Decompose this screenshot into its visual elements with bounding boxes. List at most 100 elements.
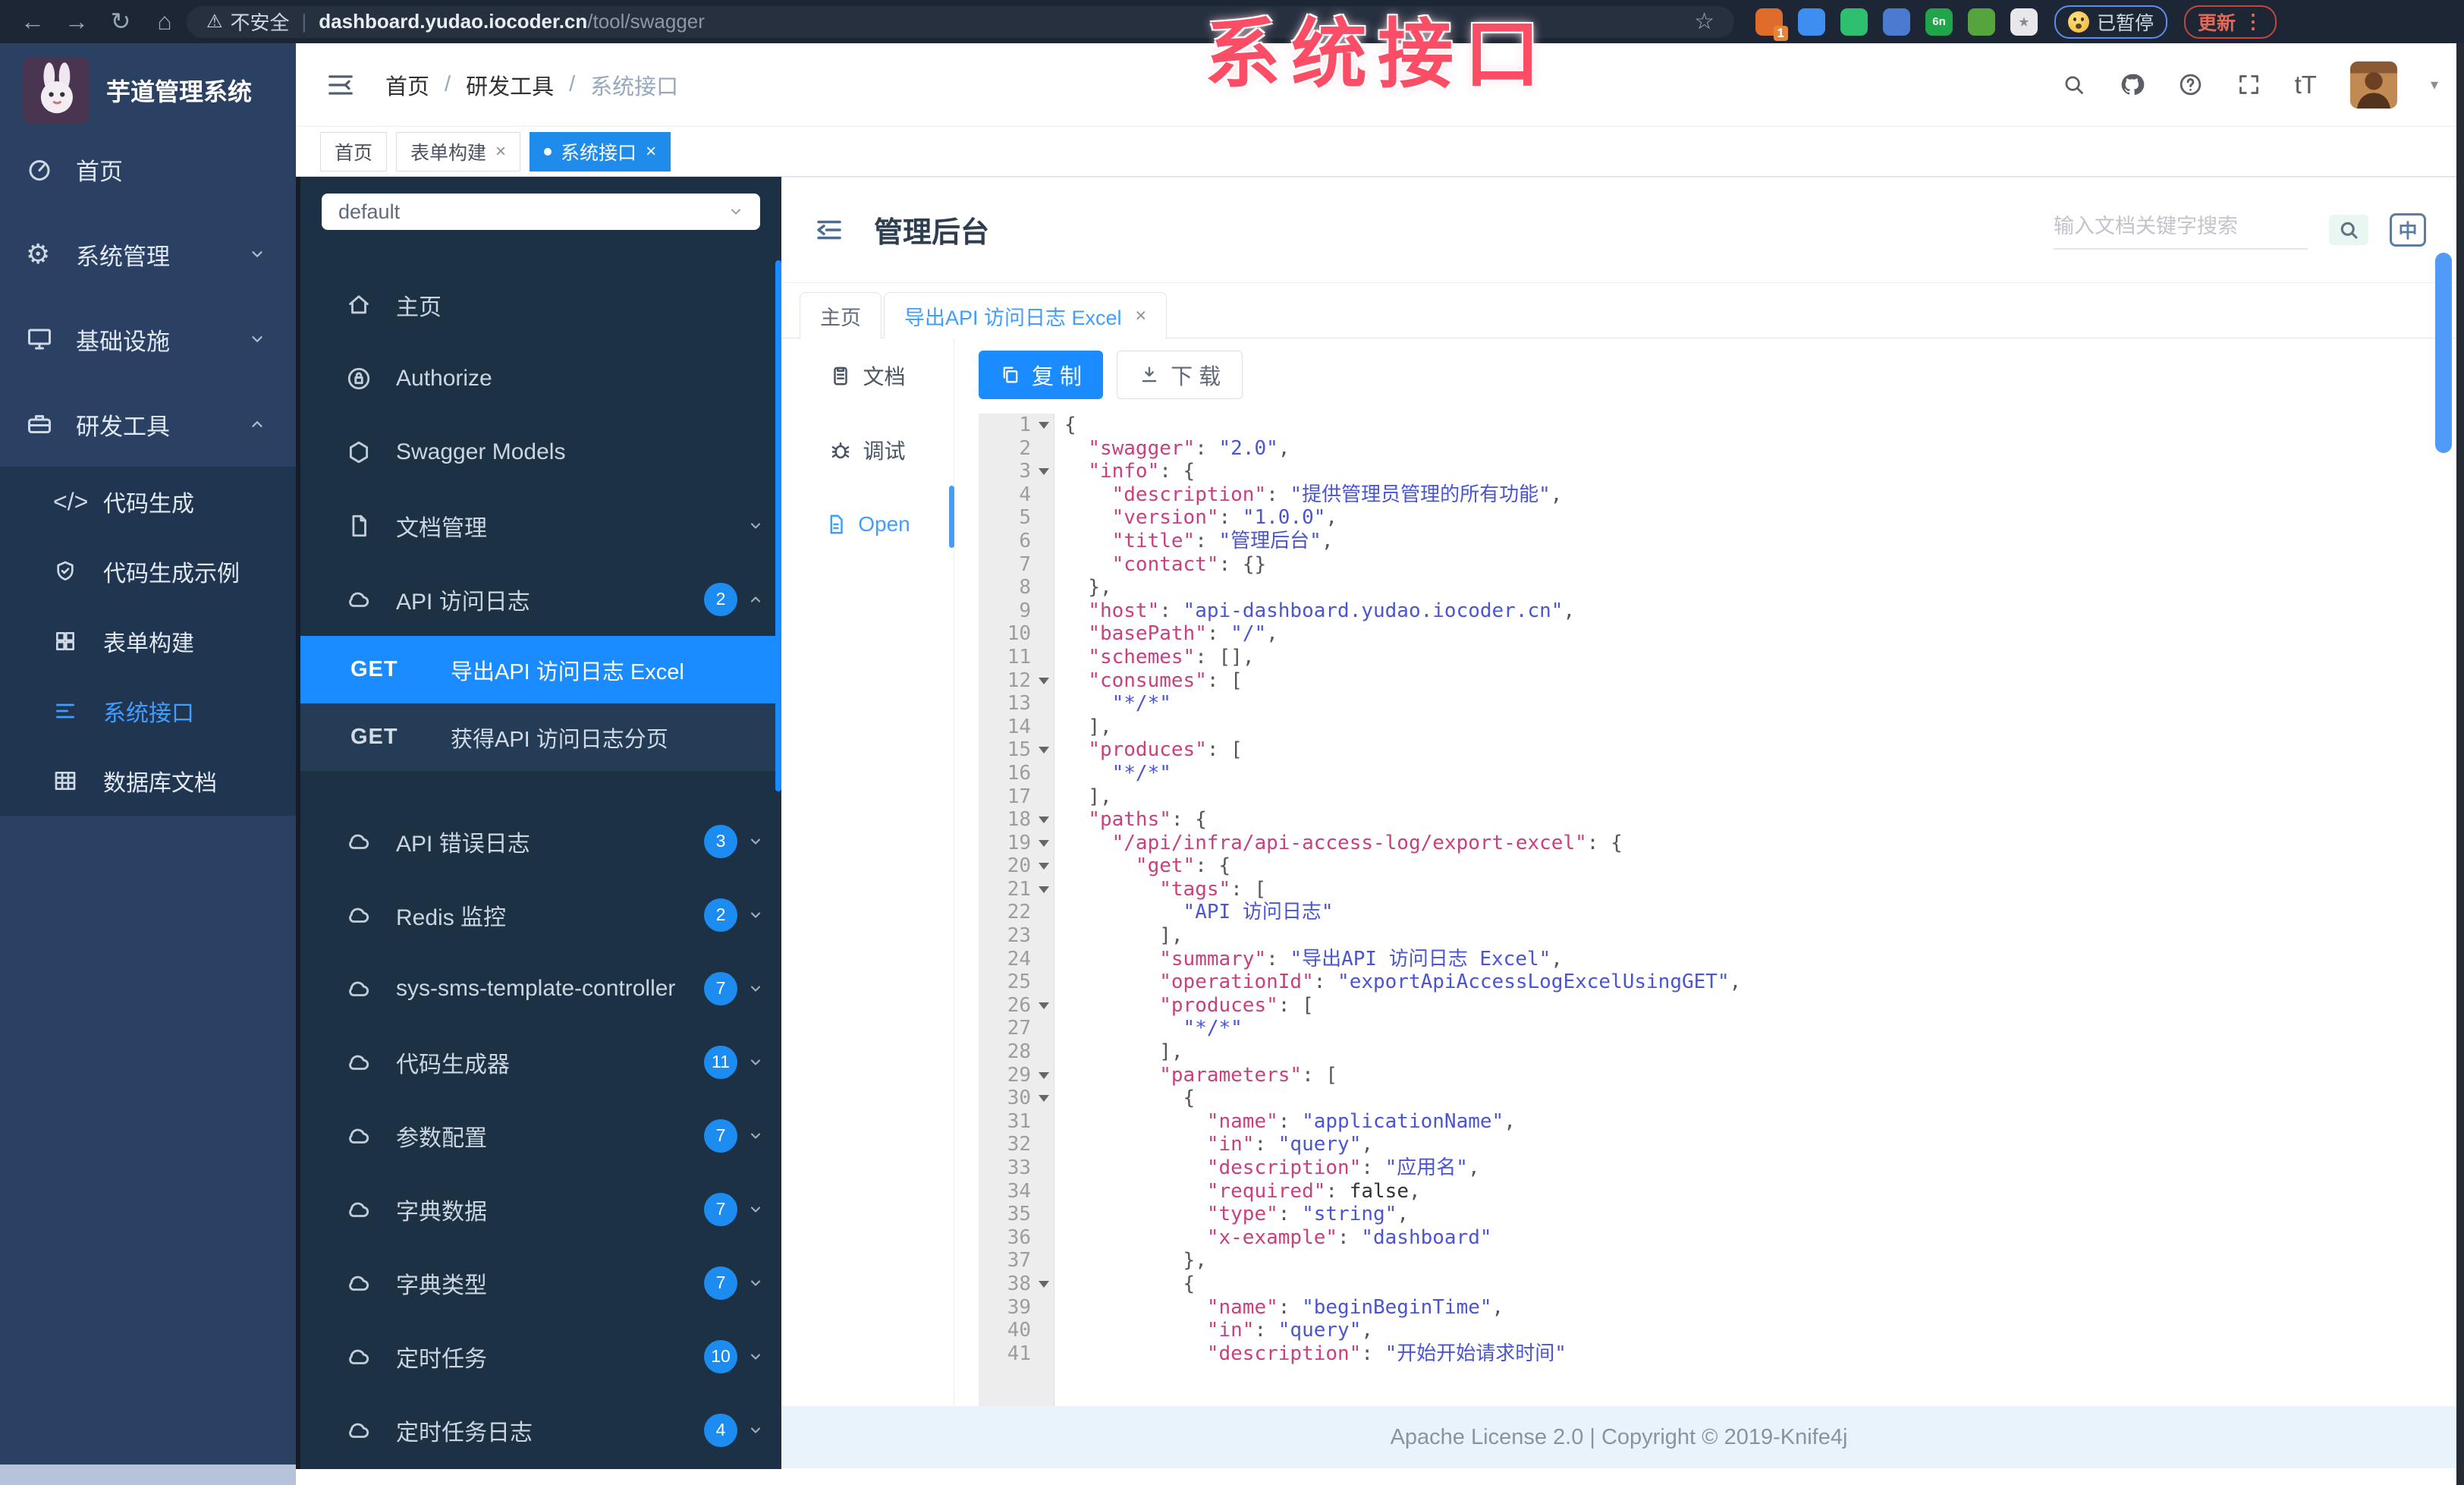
code-line: "produces": [: [1088, 738, 1243, 762]
sidebar-item-基础设施[interactable]: 基础设施: [0, 297, 296, 382]
gutter-line: 17: [1007, 785, 1031, 808]
fontsize-icon[interactable]: tT: [2295, 71, 2317, 99]
chevron-up-icon: [748, 592, 763, 607]
chevron-down-icon: [748, 834, 763, 849]
download-button[interactable]: 下 载: [1117, 351, 1243, 399]
reload-icon[interactable]: ↻: [99, 0, 143, 43]
sidebar-item-label: 数据库文档: [103, 771, 217, 796]
breadcrumb-item-home[interactable]: 首页: [385, 69, 429, 101]
swagger-item-label: Authorize: [396, 365, 492, 391]
swagger-item-定时任务日志[interactable]: 定时任务日志 4: [300, 1393, 781, 1467]
ext-green-leaf[interactable]: [1968, 8, 1995, 36]
search-icon[interactable]: [2061, 72, 2086, 97]
user-avatar[interactable]: [2349, 61, 2397, 109]
sidebar-item-代码生成示例[interactable]: 代码生成示例: [0, 536, 296, 606]
item-right: 3: [704, 824, 763, 858]
browser-scrollbar-track[interactable]: [2456, 43, 2464, 1485]
sidebar-item-表单构建[interactable]: 表单构建: [0, 606, 296, 676]
swagger-item-Swagger Models[interactable]: Swagger Models: [300, 415, 781, 489]
tag-tab-表单构建[interactable]: 表单构建 ×: [396, 131, 521, 171]
api-operation-导出API 访问日志 Excel[interactable]: GET 导出API 访问日志 Excel: [300, 636, 781, 703]
swagger-item-label: API 访问日志: [396, 589, 530, 615]
question-icon[interactable]: [2178, 72, 2203, 97]
close-icon[interactable]: ×: [646, 141, 656, 162]
side-tab-Open[interactable]: Open: [781, 487, 954, 562]
back-icon[interactable]: ←: [11, 0, 55, 43]
chevron-down-icon: [748, 908, 763, 923]
sidebar-scrollbar-thumb[interactable]: [775, 260, 781, 791]
doc-footer: Apache License 2.0 | Copyright © 2019-Kn…: [781, 1406, 2456, 1468]
breadcrumb-item-devtools[interactable]: 研发工具: [466, 69, 554, 101]
sidebar-item-代码生成[interactable]: </> 代码生成: [0, 467, 296, 536]
search-icon[interactable]: [2329, 214, 2368, 245]
user-menu-caret-icon[interactable]: ▾: [2431, 75, 2438, 94]
gutter-line: 41: [1007, 1342, 1031, 1365]
code-line: "description": "应用名",: [1206, 1156, 1480, 1179]
sidebar-item-系统管理[interactable]: ⚙ 系统管理: [0, 212, 296, 297]
swagger-item-sys-sms-template-controller[interactable]: sys-sms-template-controller 7: [300, 952, 781, 1025]
forward-icon[interactable]: →: [55, 0, 99, 43]
browser-home-icon[interactable]: ⌂: [143, 0, 187, 43]
swagger-item-主页[interactable]: 主页: [300, 268, 781, 341]
doc-collapse-icon[interactable]: [813, 214, 845, 246]
swagger-item-字典数据[interactable]: 字典数据 7: [300, 1172, 781, 1246]
swagger-item-Authorize[interactable]: Authorize: [300, 341, 781, 415]
sidebar-item-数据库文档[interactable]: 数据库文档: [0, 746, 296, 816]
swagger-item-API 错误日志[interactable]: API 错误日志 3: [300, 804, 781, 878]
doc-tab-导出API 访问日志 Excel[interactable]: 导出API 访问日志 Excel ×: [884, 292, 1168, 338]
doc-search-input[interactable]: 输入文档关键字搜索: [2054, 209, 2308, 250]
swagger-item-定时任务[interactable]: 定时任务 10: [300, 1320, 781, 1393]
swagger-item-Redis 监控[interactable]: Redis 监控 2: [300, 878, 781, 952]
api-operation-获得API 访问日志分页[interactable]: GET 获得API 访问日志分页: [300, 703, 781, 771]
extension-badge: 1: [1773, 25, 1788, 41]
doc-tab-主页[interactable]: 主页: [800, 292, 882, 338]
sidebar-item-系统接口[interactable]: 系统接口: [0, 676, 296, 746]
swagger-item-字典类型[interactable]: 字典类型 7: [300, 1246, 781, 1320]
language-toggle-icon[interactable]: 中: [2390, 212, 2426, 247]
swagger-item-岗位[interactable]: 岗位: [300, 1467, 781, 1469]
tag-tab-首页[interactable]: 首页: [320, 131, 388, 171]
cloud-icon: [346, 1049, 379, 1075]
emoji-face-icon: [2068, 11, 2089, 33]
gutter-line: 5: [1019, 506, 1031, 530]
code-editor[interactable]: 1 2 3 4 5 6 7 8 9 10 11 12 13 14 15 16 17 18 19 20 21 22 23 24 2…: [979, 414, 2440, 1406]
sidebar-item-研发工具[interactable]: 研发工具: [0, 382, 296, 467]
app-logo[interactable]: 芋道管理系统: [0, 43, 296, 127]
ext-green-circle[interactable]: [1840, 8, 1868, 36]
github-icon[interactable]: [2120, 72, 2145, 97]
swagger-item-文档管理[interactable]: 文档管理: [300, 489, 781, 562]
close-icon[interactable]: ×: [495, 141, 506, 162]
cloud-icon: [346, 1344, 379, 1370]
sidebar-item-首页[interactable]: 首页: [0, 127, 296, 212]
gutter-line: 26: [979, 994, 1054, 1018]
ext-blue-grid[interactable]: [1883, 8, 1910, 36]
side-tab-调试[interactable]: 调试: [781, 413, 954, 487]
close-icon[interactable]: ×: [1136, 305, 1147, 327]
swagger-item-代码生成器[interactable]: 代码生成器 11: [300, 1025, 781, 1099]
side-tab-文档[interactable]: 文档: [781, 338, 954, 413]
paused-pill[interactable]: 已暂停: [2054, 5, 2168, 39]
swagger-item-API 访问日志[interactable]: API 访问日志 2: [300, 562, 781, 636]
doc-tab-label: 导出API 访问日志 Excel: [904, 306, 1122, 329]
code-line: "operationId": "exportApiAccessLogExcelU…: [1159, 971, 1742, 994]
swagger-item-label: 文档管理: [396, 515, 487, 541]
swagger-item-参数配置[interactable]: 参数配置 7: [300, 1099, 781, 1172]
tag-tab-系统接口[interactable]: 系统接口 ×: [530, 131, 671, 171]
logo-avatar: [23, 57, 90, 124]
ext-white-star[interactable]: ★: [2010, 8, 2038, 36]
collapse-menu-icon[interactable]: [326, 71, 355, 99]
ext-green-6n[interactable]: 6n: [1925, 8, 1953, 36]
expand-icon[interactable]: [2236, 72, 2261, 97]
gutter-line: 25: [1007, 971, 1031, 994]
api-group-select[interactable]: default: [322, 193, 760, 230]
page-scrollbar-thumb[interactable]: [2435, 253, 2452, 453]
bookmark-star-icon[interactable]: ☆: [1694, 8, 1714, 35]
ext-orange-circle[interactable]: 1: [1755, 8, 1788, 41]
count-badge: 7: [704, 1266, 737, 1300]
copy-button[interactable]: 复 制: [979, 351, 1104, 399]
gutter-line: 16: [1007, 761, 1031, 785]
ext-blue-drop[interactable]: [1798, 8, 1825, 36]
update-button[interactable]: 更新 ⋮: [2184, 5, 2277, 39]
gutter-line: 37: [1007, 1249, 1031, 1273]
security-label[interactable]: 不安全: [231, 8, 290, 36]
